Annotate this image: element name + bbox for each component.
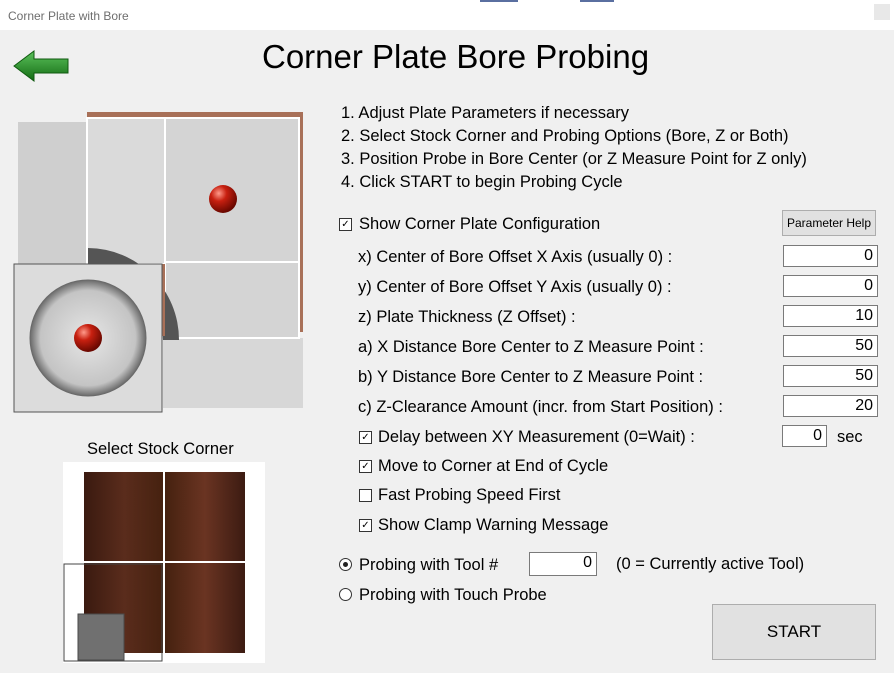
page-title: Corner Plate Bore Probing bbox=[262, 38, 650, 75]
param-y-input[interactable]: 0 bbox=[783, 275, 878, 297]
param-a-input[interactable]: 50 bbox=[783, 335, 878, 357]
titlebar-accent bbox=[480, 0, 518, 2]
param-c-input[interactable]: 20 bbox=[783, 395, 878, 417]
move-corner-checkbox[interactable]: ✓ bbox=[359, 460, 372, 473]
window-title: Corner Plate with Bore bbox=[8, 9, 129, 23]
probe-touch-label: Probing with Touch Probe bbox=[359, 586, 547, 604]
show-config-label: Show Corner Plate Configuration bbox=[359, 215, 601, 233]
clamp-warning-checkbox[interactable]: ✓ bbox=[359, 519, 372, 532]
param-z-label: z) Plate Thickness (Z Offset) : bbox=[358, 308, 576, 326]
tool-number-input[interactable]: 0 bbox=[529, 552, 597, 576]
close-icon[interactable] bbox=[874, 4, 890, 20]
stock-corner-selector[interactable] bbox=[63, 462, 265, 663]
probe-touch-radio[interactable] bbox=[339, 588, 352, 601]
corner-plate-diagram bbox=[13, 110, 308, 415]
tool-note: (0 = Currently active Tool) bbox=[616, 555, 805, 573]
move-corner-label: Move to Corner at End of Cycle bbox=[378, 457, 609, 475]
fast-probe-label: Fast Probing Speed First bbox=[378, 486, 561, 504]
param-b-input[interactable]: 50 bbox=[783, 365, 878, 387]
title-bar: Corner Plate with Bore bbox=[0, 0, 894, 30]
plate-tile bbox=[164, 261, 300, 339]
delay-input[interactable]: 0 bbox=[782, 425, 827, 447]
back-arrow-icon bbox=[13, 50, 69, 82]
show-config-checkbox[interactable]: ✓ bbox=[339, 218, 352, 231]
delay-label: Delay between XY Measurement (0=Wait) : bbox=[378, 428, 695, 446]
param-b-label: b) Y Distance Bore Center to Z Measure P… bbox=[358, 368, 704, 386]
parameter-help-button[interactable]: Parameter Help bbox=[782, 210, 876, 236]
titlebar-accent bbox=[580, 0, 614, 2]
param-x-label: x) Center of Bore Offset X Axis (usually… bbox=[358, 248, 673, 266]
probe-ball bbox=[209, 185, 237, 213]
delay-checkbox[interactable]: ✓ bbox=[359, 431, 372, 444]
instruction-step-1: 1. Adjust Plate Parameters if necessary bbox=[341, 104, 629, 122]
instruction-step-3: 3. Position Probe in Bore Center (or Z M… bbox=[341, 150, 807, 168]
clamp-warning-label: Show Clamp Warning Message bbox=[378, 516, 609, 534]
probe-ball bbox=[74, 324, 102, 352]
plate-tile bbox=[86, 117, 166, 265]
instruction-step-2: 2. Select Stock Corner and Probing Optio… bbox=[341, 127, 789, 145]
delay-unit: sec bbox=[837, 428, 863, 446]
param-x-input[interactable]: 0 bbox=[783, 245, 878, 267]
corner-plate-marker bbox=[77, 613, 125, 661]
stock-block bbox=[163, 338, 303, 408]
param-c-label: c) Z-Clearance Amount (incr. from Start … bbox=[358, 398, 723, 416]
instruction-step-4: 4. Click START to begin Probing Cycle bbox=[341, 173, 623, 191]
back-button[interactable] bbox=[12, 48, 70, 84]
fast-probe-checkbox[interactable] bbox=[359, 489, 372, 502]
param-y-label: y) Center of Bore Offset Y Axis (usually… bbox=[358, 278, 672, 296]
stock-corner-label: Select Stock Corner bbox=[87, 440, 234, 458]
start-button[interactable]: START bbox=[712, 604, 876, 660]
param-a-label: a) X Distance Bore Center to Z Measure P… bbox=[358, 338, 704, 356]
probe-tool-radio[interactable] bbox=[339, 558, 352, 571]
probe-tool-label: Probing with Tool # bbox=[359, 556, 499, 574]
param-z-input[interactable]: 10 bbox=[783, 305, 878, 327]
